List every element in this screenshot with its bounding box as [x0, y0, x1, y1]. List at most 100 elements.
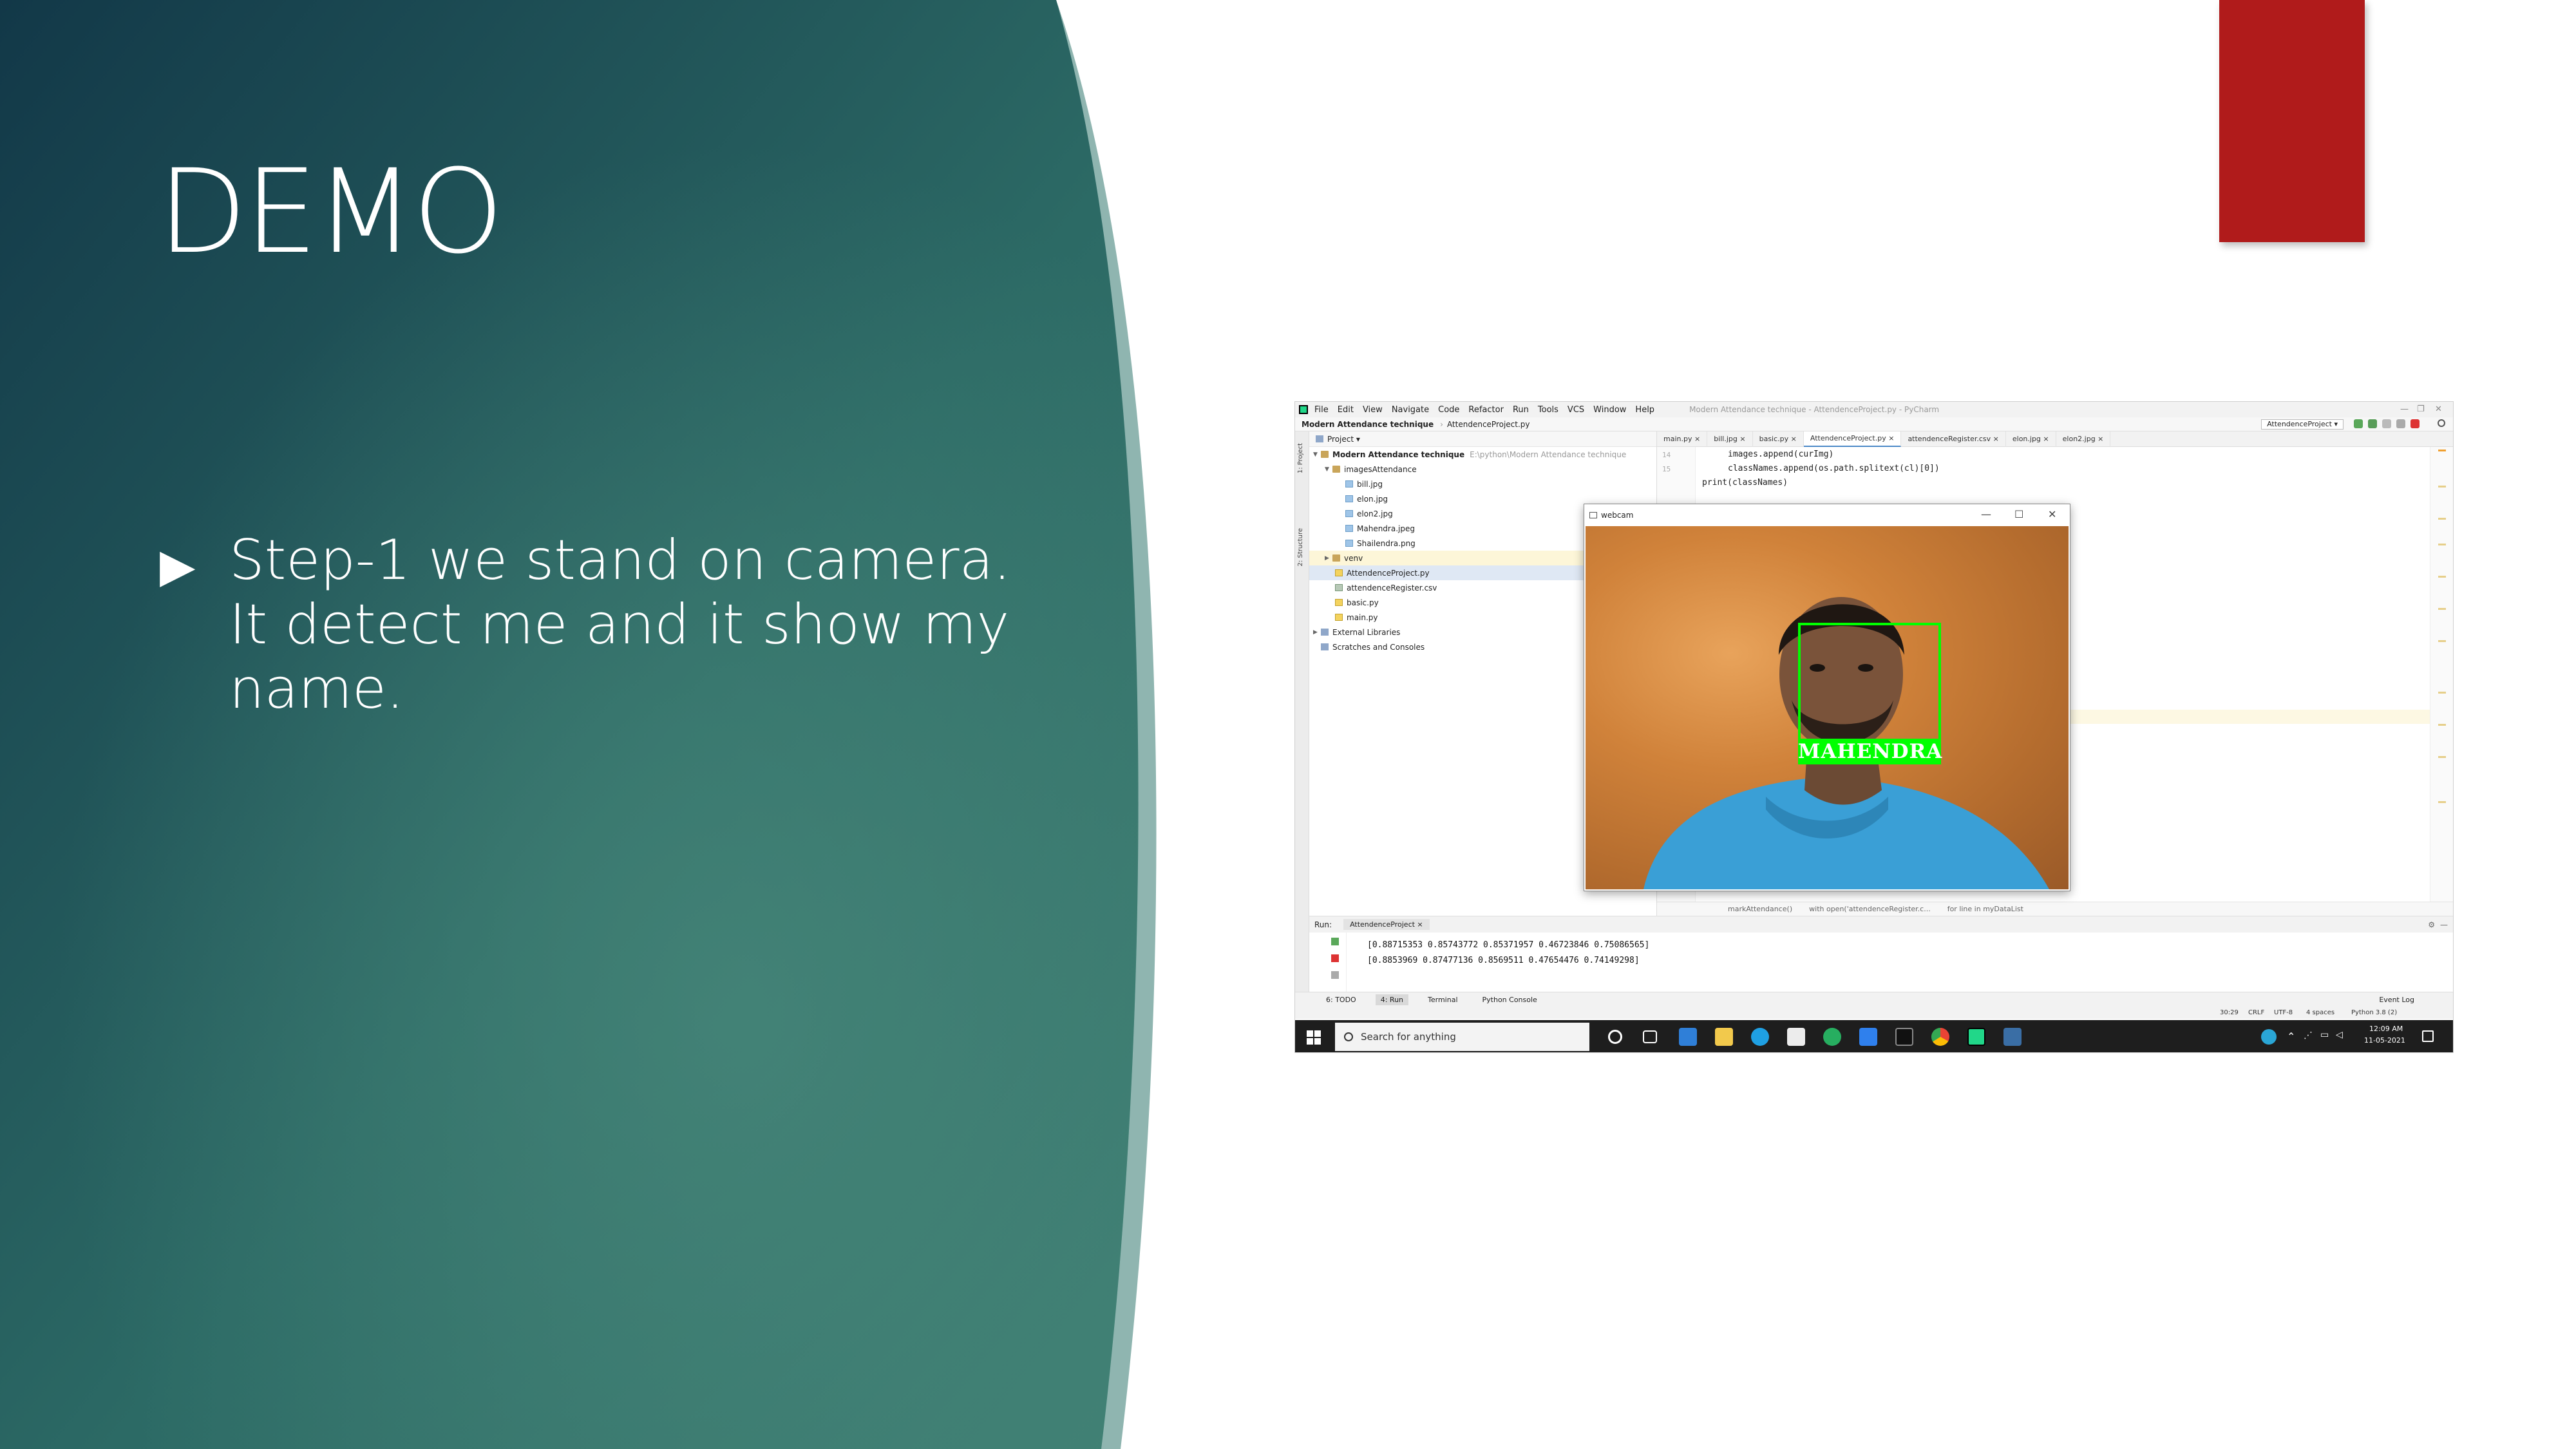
project-icon — [1316, 435, 1323, 442]
menu-window[interactable]: Window — [1593, 405, 1626, 415]
terminal-tool-button[interactable]: Terminal — [1423, 994, 1463, 1005]
coverage-icon[interactable] — [2382, 419, 2391, 428]
vscode-icon[interactable] — [1859, 1028, 1877, 1046]
left-tool-strip: 1: Project 2: Structure — [1295, 431, 1309, 992]
menu-file[interactable]: File — [1314, 405, 1329, 415]
tree-root-label: Modern Attendance technique — [1332, 450, 1465, 459]
profile-icon[interactable] — [2396, 419, 2405, 428]
menu-help[interactable]: Help — [1635, 405, 1654, 415]
editor-scroll-markers[interactable] — [2430, 447, 2453, 902]
run-tab[interactable]: AttendenceProject × — [1343, 919, 1430, 930]
mail-icon[interactable] — [1679, 1028, 1697, 1046]
chevron-right-icon: ▶ — [1325, 554, 1329, 562]
python-file-icon — [1335, 614, 1343, 621]
tree-root[interactable]: ▼ Modern Attendance technique E:\python\… — [1309, 447, 1656, 462]
python-interpreter[interactable]: Python 3.8 (2) — [2351, 1009, 2397, 1016]
structure-tool-button[interactable]: 2: Structure — [1297, 528, 1304, 566]
project-tool-button[interactable]: 1: Project — [1297, 443, 1304, 473]
nav-file[interactable]: AttendenceProject.py — [1447, 420, 1530, 429]
tree-folder-label: imagesAttendance — [1344, 464, 1417, 474]
tab-attendenceregister-csv[interactable]: attendenceRegister.csv × — [1901, 431, 2006, 447]
breadcrumb-item[interactable]: with open('attendenceRegister.c... — [1809, 905, 1931, 913]
line-separator[interactable]: CRLF — [2248, 1009, 2264, 1016]
tree-file[interactable]: bill.jpg — [1309, 477, 1656, 491]
edge-icon[interactable] — [1751, 1028, 1769, 1046]
hide-panel-icon[interactable]: — — [2440, 920, 2448, 929]
file-encoding[interactable]: UTF-8 — [2274, 1009, 2293, 1016]
file-explorer-icon[interactable] — [1715, 1028, 1733, 1046]
webcam-titlebar[interactable]: webcam — [1584, 504, 2070, 526]
marker — [2438, 640, 2446, 642]
run-tool-button[interactable]: 4: Run — [1375, 994, 1409, 1005]
network-icon[interactable]: ⋰ — [2304, 1030, 2313, 1041]
close-icon[interactable]: ✕ — [2435, 404, 2442, 414]
tree-folder-images[interactable]: ▼ imagesAttendance — [1309, 462, 1656, 477]
taskbar-time[interactable]: 12:09 AM — [2369, 1025, 2403, 1033]
marker — [2438, 801, 2446, 803]
terminal-icon[interactable] — [1895, 1028, 1913, 1046]
chrome-icon[interactable] — [1931, 1028, 1949, 1046]
nav-project[interactable]: Modern Attendance technique — [1302, 420, 1434, 429]
rerun-icon[interactable] — [1331, 938, 1339, 945]
menu-refactor[interactable]: Refactor — [1468, 405, 1504, 415]
menu-navigate[interactable]: Navigate — [1392, 405, 1429, 415]
breadcrumb-item[interactable]: for line in myDataList — [1947, 905, 2023, 913]
menu-vcs[interactable]: VCS — [1567, 405, 1584, 415]
windows-start-icon[interactable] — [1307, 1030, 1321, 1045]
indent-setting[interactable]: 4 spaces — [2306, 1009, 2334, 1016]
search-placeholder: Search for anything — [1361, 1031, 1456, 1043]
run-icon[interactable] — [2354, 419, 2363, 428]
volume-icon[interactable]: ◁ — [2336, 1030, 2343, 1040]
task-view-icon[interactable] — [1643, 1030, 1657, 1043]
image-file-icon — [1345, 480, 1353, 488]
project-header-label[interactable]: Project — [1327, 435, 1354, 444]
menu-run[interactable]: Run — [1513, 405, 1529, 415]
tab-attendenceproject-py[interactable]: AttendenceProject.py × — [1803, 431, 1902, 447]
tab-bill-jpg[interactable]: bill.jpg × — [1707, 431, 1753, 447]
webcam-maximize-icon[interactable]: ☐ — [2014, 508, 2023, 520]
run-config-select[interactable]: AttendenceProject ▾ — [2261, 419, 2344, 430]
menu-code[interactable]: Code — [1438, 405, 1459, 415]
battery-icon[interactable]: ▭ — [2320, 1030, 2329, 1040]
tab-elon-jpg[interactable]: elon.jpg × — [2006, 431, 2056, 447]
pycharm-taskbar-icon[interactable] — [1967, 1028, 1985, 1046]
webcam-minimize-icon[interactable]: — — [1981, 508, 1991, 520]
menu-view[interactable]: View — [1363, 405, 1383, 415]
webcam-window[interactable]: webcam — ☐ ✕ MAHENDRA — [1584, 504, 2070, 891]
gear-icon[interactable]: ⚙ — [2428, 920, 2435, 929]
tab-main-py[interactable]: main.py × — [1657, 431, 1708, 447]
pin-icon[interactable] — [1331, 971, 1339, 979]
taskbar-search-input[interactable]: Search for anything — [1335, 1023, 1589, 1051]
tab-basic-py[interactable]: basic.py × — [1753, 431, 1804, 447]
caret-position[interactable]: 30:29 — [2220, 1009, 2239, 1016]
folder-icon — [1332, 554, 1340, 562]
cortana-icon[interactable] — [1608, 1030, 1622, 1044]
tree-external-label: External Libraries — [1332, 627, 1401, 637]
stop-icon[interactable] — [2410, 419, 2420, 428]
app-icon[interactable] — [1823, 1028, 1841, 1046]
minimize-icon[interactable]: — — [2400, 404, 2409, 414]
todo-tool-button[interactable]: 6: TODO — [1321, 994, 1361, 1005]
taskbar-date[interactable]: 11-05-2021 — [2364, 1036, 2405, 1045]
python-console-tool-button[interactable]: Python Console — [1477, 994, 1542, 1005]
breadcrumb-item[interactable]: markAttendance() — [1728, 905, 1792, 913]
run-output[interactable]: [0.88715353 0.85743772 0.85371957 0.4672… — [1309, 933, 2453, 992]
webcam-close-icon[interactable]: ✕ — [2048, 508, 2056, 520]
webcam-taskbar-icon[interactable] — [2003, 1028, 2022, 1046]
search-everywhere-icon[interactable] — [2438, 419, 2445, 427]
notifications-icon[interactable] — [2422, 1030, 2434, 1042]
output-line: [0.8853969 0.87477136 0.8569511 0.476544… — [1367, 956, 1640, 965]
stop-run-icon[interactable] — [1331, 954, 1339, 962]
bottom-tool-bar: 6: TODO 4: Run Terminal Python Console E… — [1295, 992, 2453, 1007]
tray-chevron-up-icon[interactable]: ⌃ — [2287, 1030, 2295, 1043]
restore-icon[interactable]: ❐ — [2417, 404, 2425, 414]
tray-app-icon[interactable] — [2261, 1029, 2277, 1045]
event-log-button[interactable]: Event Log — [2379, 996, 2414, 1004]
run-config-label: AttendenceProject — [2267, 420, 2332, 428]
tab-elon2-jpg[interactable]: elon2.jpg × — [2056, 431, 2111, 447]
menu-tools[interactable]: Tools — [1538, 405, 1558, 415]
tab-label: AttendenceProject.py — [1810, 434, 1886, 442]
menu-edit[interactable]: Edit — [1338, 405, 1354, 415]
store-icon[interactable] — [1787, 1028, 1805, 1046]
debug-icon[interactable] — [2368, 419, 2377, 428]
